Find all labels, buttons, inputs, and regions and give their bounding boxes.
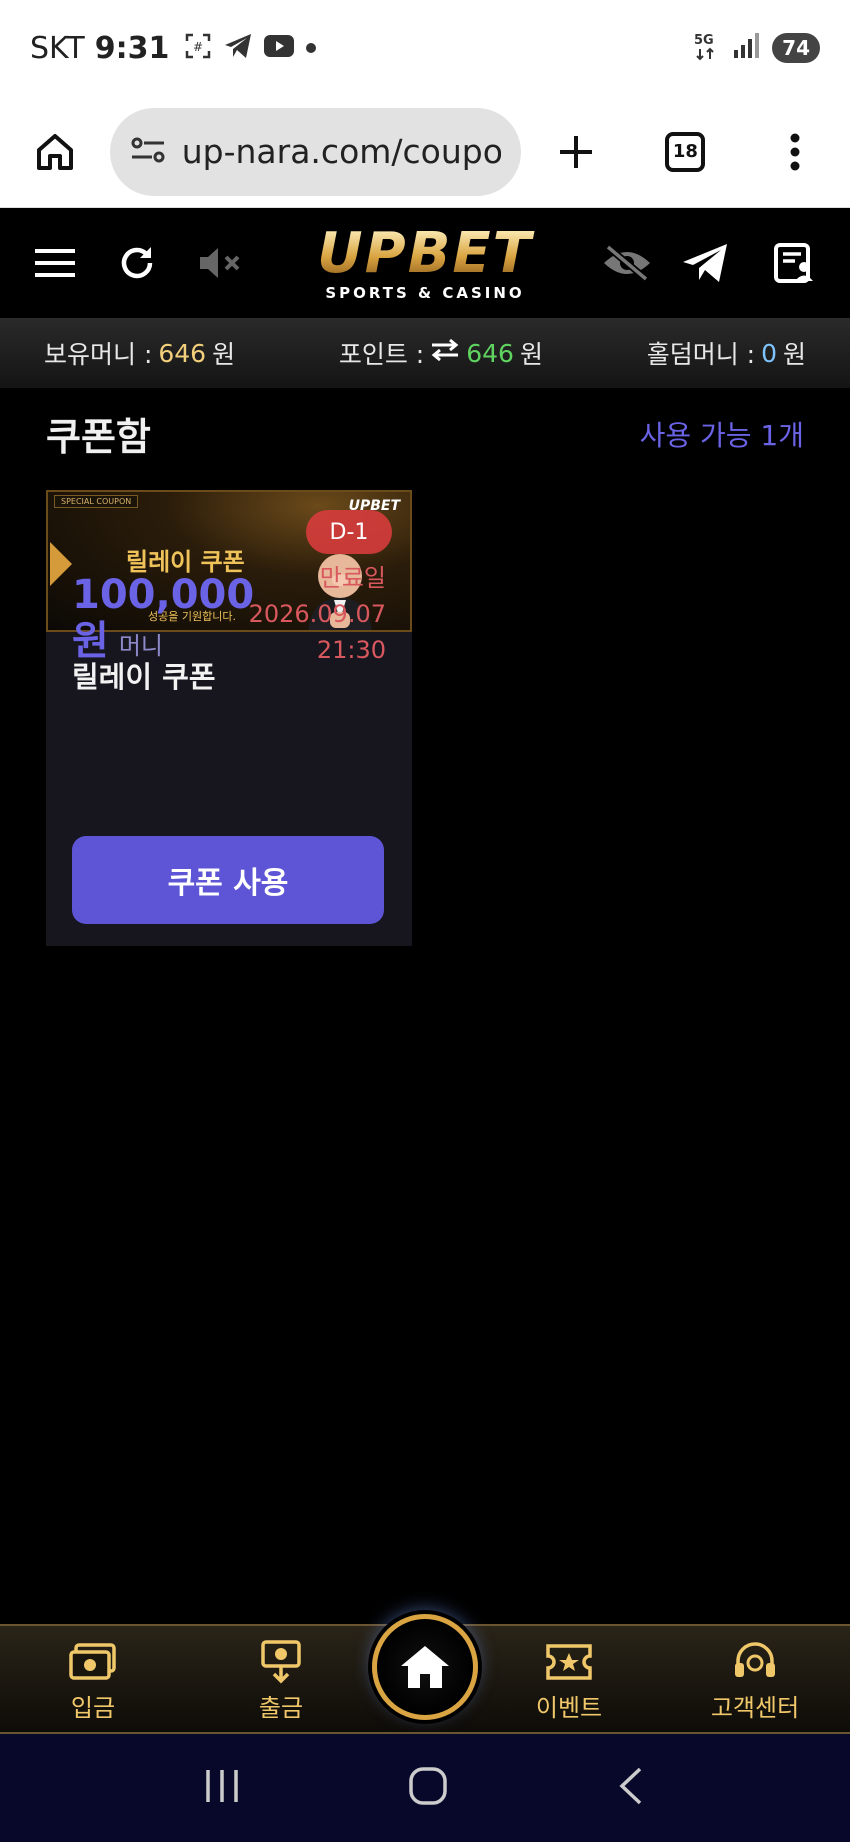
convert-arrows-icon[interactable] [430,338,460,368]
money-label: 보유머니 : [44,340,153,369]
home-icon [401,1646,449,1688]
coupon-expiry: 만료일 2026.09.07 21:30 [249,560,386,668]
back-chevron-icon [619,1767,642,1805]
recent-apps-button[interactable] [204,1768,240,1808]
money-value: 646 [158,338,207,368]
coupon-card: SPECIAL COUPON 릴레이 쿠폰 성공을 기원합니다. UPBET D… [46,490,412,946]
nav-home-button[interactable] [372,1614,478,1720]
chevron-decoration [50,542,72,586]
logo-brand: UPBET [300,226,550,282]
withdraw-icon [216,1640,346,1684]
battery-indicator: 74 [772,33,820,63]
points-label: 포인트 : [338,340,425,369]
telegram-button[interactable] [670,208,740,318]
plus-icon [559,135,592,168]
signal-icon [732,32,762,64]
screenshot-icon: # [183,31,213,65]
amount-unit: 원 [72,618,109,664]
telegram-icon [683,244,727,282]
nav-withdraw[interactable]: 출금 [216,1640,346,1723]
page-title: 쿠폰함 [46,415,151,459]
points-balance: 포인트 : 646 원 [339,335,543,371]
new-tab-button[interactable] [521,132,631,172]
browser-menu-button[interactable] [740,132,850,172]
hide-balance-button[interactable] [592,208,662,318]
notification-dot-icon [305,39,317,58]
use-coupon-button[interactable]: 쿠폰 사용 [72,836,384,924]
expiry-label: 만료일 [319,564,386,592]
points-value: 646 [466,338,514,368]
telegram-icon [223,32,253,64]
carrier-label: SKT [30,30,85,66]
network-5g-icon: 5G [694,31,722,65]
browser-toolbar: up-nara.com/coupor 18 [0,96,850,208]
svg-text:5G: 5G [694,33,714,48]
nav-deposit[interactable]: 입금 [28,1640,158,1723]
upbet-logo[interactable]: UPBET SPORTS & CASINO [300,226,550,303]
tab-switcher-button[interactable]: 18 [631,131,741,172]
holdem-unit: 원 [782,340,806,369]
browser-home-button[interactable] [0,130,110,174]
deposit-icon [28,1640,158,1684]
circle-home-icon [409,1767,447,1805]
nav-support-label: 고객센터 [710,1694,800,1722]
expiry-time: 21:30 [316,636,386,664]
home-icon [36,133,73,170]
android-nav-bar [0,1734,850,1842]
days-left-badge: D-1 [306,510,392,554]
expiry-date: 2026.09.07 [248,600,386,628]
nav-support[interactable]: 고객센터 [690,1640,820,1723]
logo-subtitle: SPORTS & CASINO [325,284,525,302]
hamburger-icon [35,249,75,277]
holdem-value: 0 [761,338,777,368]
nav-deposit-label: 입금 [70,1694,116,1722]
money-unit: 원 [212,340,236,369]
balance-bar: 보유머니 : 646 원 포인트 : 646 원 홀덤머니 : 0 원 [0,318,850,388]
tab-count: 18 [665,131,706,172]
holdem-balance: 홀덤머니 : 0 원 [647,335,806,371]
special-coupon-tag: SPECIAL COUPON [54,495,139,508]
amount-type: 머니 [118,632,163,660]
mute-button[interactable] [186,208,256,318]
coupon-amount: 100,000 원 머니 [72,572,254,669]
amount-value: 100,000 [72,572,255,618]
refresh-button[interactable] [102,208,172,318]
android-back-button[interactable] [616,1766,646,1810]
svg-text:#: # [193,40,203,54]
refresh-icon [121,247,153,279]
more-vert-icon [790,133,800,170]
android-home-button[interactable] [408,1766,448,1810]
money-balance: 보유머니 : 646 원 [44,335,235,371]
youtube-icon [263,34,295,62]
site-settings-icon[interactable] [130,135,166,169]
available-count: 사용 가능 1개 [639,419,804,452]
headset-icon [690,1640,820,1684]
eye-off-icon [604,244,650,282]
speaker-muted-icon [200,248,240,278]
status-bar: SKT 9:31 # 5G 74 [0,0,850,96]
user-document-icon [774,243,813,283]
url-text: up-nara.com/coupor [181,132,501,171]
menu-button[interactable] [20,208,90,318]
address-bar[interactable]: up-nara.com/coupor [109,107,521,196]
nav-withdraw-label: 출금 [258,1694,304,1722]
holdem-label: 홀덤머니 : [646,340,756,369]
clock: 9:31 [94,30,170,66]
points-unit: 원 [519,340,543,369]
nav-event[interactable]: 이벤트 [504,1640,634,1723]
profile-board-button[interactable] [760,208,830,318]
site-header: UPBET SPORTS & CASINO [0,208,850,318]
nav-event-label: 이벤트 [535,1694,603,1722]
event-ticket-icon [504,1640,634,1684]
recent-apps-icon [206,1770,238,1802]
